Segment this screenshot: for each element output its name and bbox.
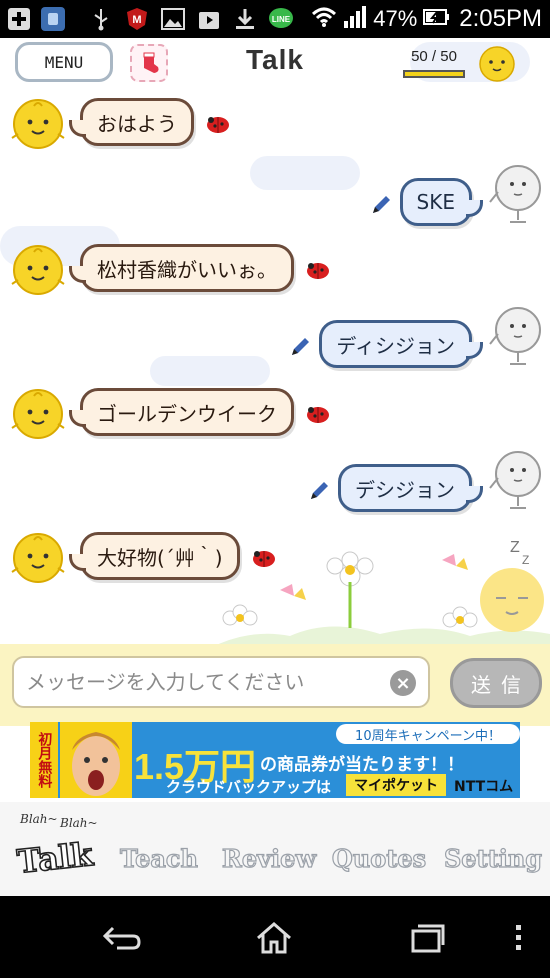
simsimi-chick-icon: [476, 42, 518, 84]
battery-percent: 47%: [373, 6, 418, 31]
header: MENU Talk 50 / 50: [0, 38, 550, 90]
tab-teach[interactable]: Teach: [106, 832, 212, 884]
tab-talk[interactable]: Talk: [0, 827, 110, 890]
battery-icon: [423, 7, 450, 31]
edit-pencil-icon[interactable]: [289, 336, 311, 358]
ad-product-name: マイポケット: [346, 774, 446, 796]
ad-campaign-label: 10周年キャンペーン中！: [336, 724, 520, 744]
user-avatar-icon: [488, 304, 544, 366]
user-avatar-icon: [488, 448, 544, 510]
svg-text:M: M: [132, 14, 141, 26]
user-message-row: ディシジョン: [0, 307, 550, 380]
recent-apps-icon[interactable]: [408, 920, 448, 956]
user-message-row: SKE: [0, 165, 550, 238]
ad-headline-text: の商品券が当たります！！: [260, 755, 464, 775]
usb-icon: [88, 6, 114, 32]
back-icon[interactable]: [102, 920, 142, 956]
message-counter: 50 / 50: [411, 48, 457, 65]
play-store-icon: [196, 6, 222, 32]
user-message-bubble[interactable]: デシジョン: [338, 464, 483, 512]
edit-pencil-icon[interactable]: [370, 194, 392, 216]
ad-banner[interactable]: 初月無料 10周年キャンペーン中！ 1.5万円 の商品券が当たります！！ クラウ…: [30, 722, 520, 798]
ladybug-report-icon[interactable]: [204, 112, 232, 134]
clear-input-icon[interactable]: ×: [390, 670, 416, 696]
input-bar: × 送信: [0, 644, 550, 726]
send-button[interactable]: 送信: [450, 658, 542, 708]
simi-message-bubble[interactable]: おはよう: [69, 98, 194, 146]
ad-brand: NTTコム: [454, 779, 514, 795]
user-message-bubble[interactable]: SKE: [399, 178, 484, 226]
simsimi-avatar-icon: [10, 96, 66, 152]
tab-review[interactable]: Review: [216, 832, 322, 884]
simsimi-avatar-icon: [10, 242, 66, 298]
user-message-bubble[interactable]: ディシジョン: [319, 320, 483, 368]
wifi-icon: [311, 6, 337, 32]
nfc-app-icon: [40, 6, 66, 32]
tab-setting[interactable]: Setting: [440, 832, 546, 884]
security-app-icon: M: [124, 6, 150, 32]
user-message-row: デシジョン: [0, 451, 550, 524]
simsimi-avatar-icon: [10, 530, 66, 586]
stocking-icon[interactable]: [130, 44, 168, 82]
clock: 2:05PM: [459, 5, 542, 32]
gallery-icon: [160, 6, 186, 32]
ad-side-text: 初月無料: [36, 732, 53, 788]
counter-fill: [405, 72, 463, 76]
sleeping-chick-icon: ZZ: [470, 538, 550, 638]
navigation-bar: [0, 896, 550, 978]
overflow-menu-icon[interactable]: [498, 920, 538, 956]
svg-text:Z: Z: [522, 553, 529, 567]
blah-text: Blah~: [20, 812, 58, 826]
simi-message-bubble[interactable]: ゴールデンウイーク: [69, 388, 294, 436]
svg-text:Z: Z: [510, 539, 520, 556]
counter-bar: [403, 70, 465, 78]
home-icon[interactable]: [254, 920, 294, 956]
bottom-tab-bar: Blah~ Blah~ Talk Teach Review Quotes Set…: [0, 802, 550, 896]
simi-message-bubble[interactable]: 松村香織がいいぉ。: [69, 244, 294, 292]
edit-pencil-icon[interactable]: [308, 480, 330, 502]
ad-person-image: [60, 722, 132, 798]
signal-icon: [343, 5, 367, 33]
line-app-icon: LINE: [268, 6, 294, 32]
add-notification-icon: [6, 6, 32, 32]
simi-message-row: 松村香織がいいぉ。: [0, 244, 550, 304]
simsimi-avatar-icon: [10, 386, 66, 442]
svg-text:LINE: LINE: [272, 15, 291, 24]
ladybug-report-icon[interactable]: [304, 402, 332, 424]
status-bar: M LINE 47% 2:05PM: [0, 0, 550, 38]
menu-button[interactable]: MENU: [15, 42, 113, 82]
download-icon: [232, 6, 258, 32]
ad-tagline: クラウドバックアップは: [166, 778, 332, 796]
app-window: MENU Talk 50 / 50 おはよう SKE 松村香織がいいぉ。 ディシジョン…: [0, 38, 550, 896]
user-avatar-icon: [488, 162, 544, 224]
tab-quotes[interactable]: Quotes: [326, 832, 432, 884]
simi-message-row: おはよう: [0, 98, 550, 158]
ad-side-label: 初月無料: [30, 722, 58, 798]
ladybug-report-icon[interactable]: [304, 258, 332, 280]
simi-message-row: ゴールデンウイーク: [0, 388, 550, 448]
message-input[interactable]: [12, 656, 430, 708]
